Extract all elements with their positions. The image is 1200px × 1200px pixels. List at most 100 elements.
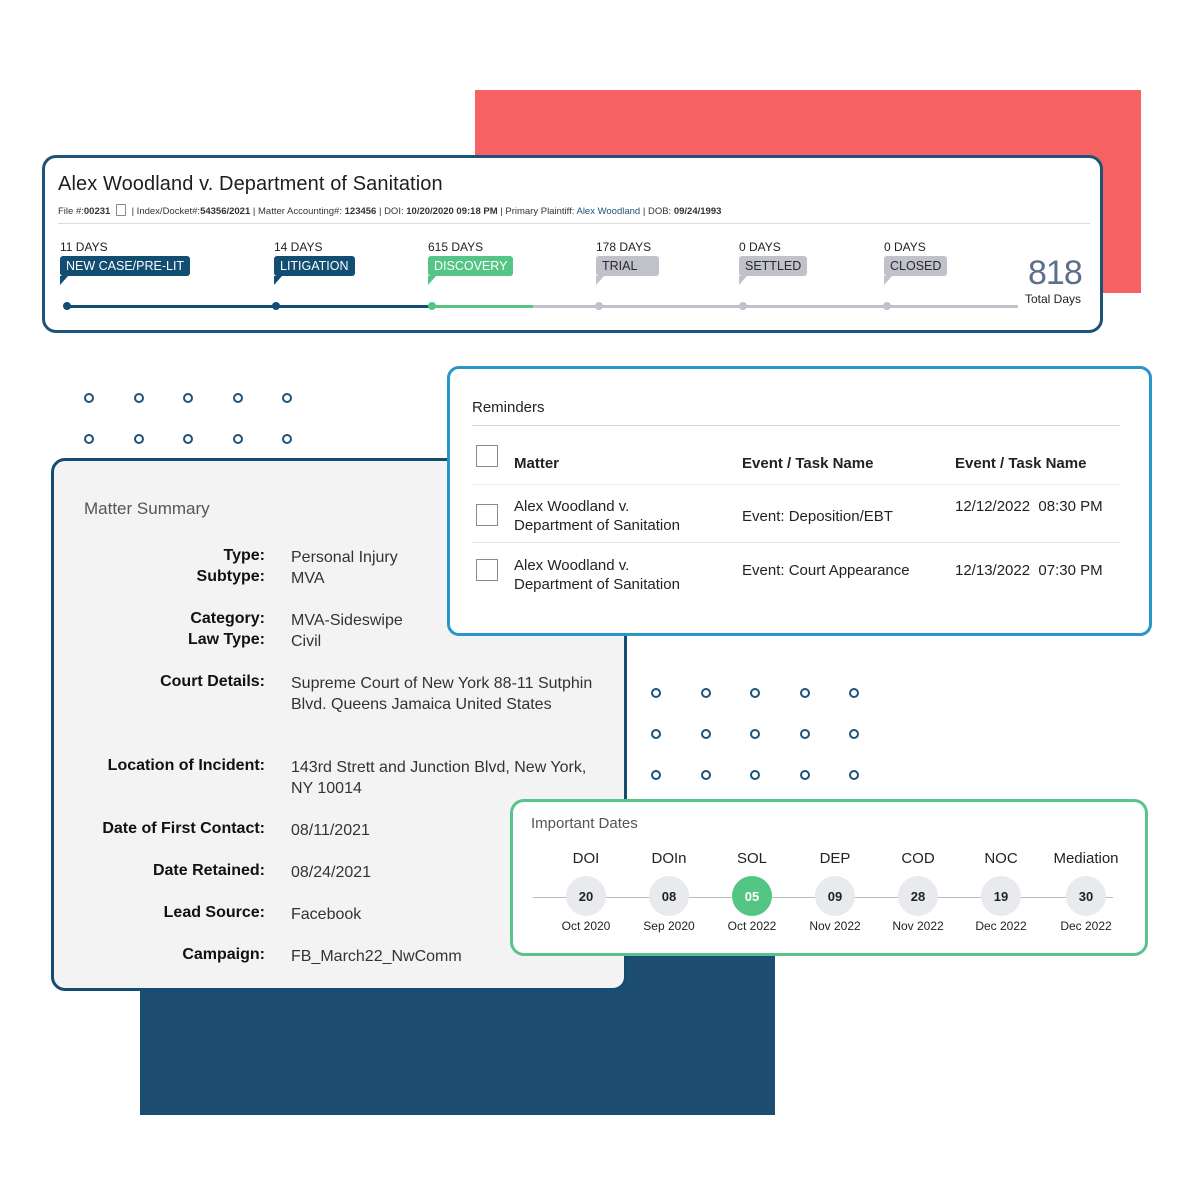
dot xyxy=(750,770,760,780)
reminder-date: 12/13/2022 xyxy=(955,562,1031,579)
doi-value: 10/20/2020 09:18 PM xyxy=(406,206,498,217)
field-label: Subtype: xyxy=(196,568,265,585)
reminder-matter[interactable]: Alex Woodland v. Department of Sanitatio… xyxy=(514,556,680,594)
date-day-circle: 20 xyxy=(566,876,606,916)
stage-label: DISCOVERY xyxy=(428,256,514,285)
timeline-track-current xyxy=(433,305,533,308)
stage-label: LITIGATION xyxy=(274,256,355,285)
total-days-value: 818 xyxy=(1028,254,1083,292)
dot xyxy=(700,729,711,739)
timeline-node xyxy=(739,302,747,310)
reminder-matter[interactable]: Alex Woodland v. Department of Sanitatio… xyxy=(514,497,680,535)
date-item-doin[interactable]: DOIn 08 Sep 2020 xyxy=(629,850,709,933)
column-header-matter[interactable]: Matter xyxy=(514,455,559,472)
stage-settled[interactable]: 0 DAYS SETTLED xyxy=(739,240,808,285)
stage-days: 0 DAYS xyxy=(739,240,781,254)
date-item-mediation[interactable]: Mediation 30 Dec 2022 xyxy=(1045,850,1127,933)
field-label: Court Details: xyxy=(160,673,265,690)
date-code: DOIn xyxy=(651,850,687,867)
date-item-doi[interactable]: DOI 20 Oct 2020 xyxy=(546,850,626,933)
primary-plaintiff-link[interactable]: Alex Woodland xyxy=(576,206,640,217)
date-day-circle: 19 xyxy=(981,876,1021,916)
reminder-datetime: 12/13/2022 07:30 PM xyxy=(955,561,1103,580)
dot xyxy=(750,688,760,698)
row-checkbox[interactable] xyxy=(476,559,498,581)
stage-new-case[interactable]: 11 DAYS NEW CASE/PRE-LIT xyxy=(60,240,191,285)
dob-label: | DOB: xyxy=(642,206,672,217)
plaintiff-label: | Primary Plaintiff: xyxy=(500,206,575,217)
dot xyxy=(183,434,193,444)
dot xyxy=(232,393,243,403)
total-days-label: Total Days xyxy=(1025,292,1082,306)
date-item-sol[interactable]: SOL 05 Oct 2022 xyxy=(712,850,792,933)
timeline-node xyxy=(883,302,891,310)
field-label: Date Retained: xyxy=(152,862,265,879)
stage-closed[interactable]: 0 DAYS CLOSED xyxy=(884,240,948,285)
stage-label: CLOSED xyxy=(884,256,948,285)
case-title: Alex Woodland v. Department of Sanitatio… xyxy=(58,173,443,195)
dot xyxy=(133,434,144,444)
dot xyxy=(799,729,810,739)
stage-discovery[interactable]: 615 DAYS DISCOVERY xyxy=(428,240,514,285)
date-day-circle: 28 xyxy=(898,876,938,916)
stage-trial[interactable]: 178 DAYS TRIAL xyxy=(596,240,660,285)
stage-litigation[interactable]: 14 DAYS LITIGATION xyxy=(274,240,355,285)
dot xyxy=(799,770,810,780)
dot xyxy=(700,688,711,698)
date-month: Dec 2022 xyxy=(1060,919,1112,933)
reminder-datetime: 12/12/2022 08:30 PM xyxy=(955,497,1103,516)
dob-value: 09/24/1993 xyxy=(673,206,722,217)
date-code: SOL xyxy=(736,850,767,867)
important-dates-title: Important Dates xyxy=(531,815,638,832)
reminder-date: 12/12/2022 xyxy=(955,498,1031,515)
stage-days: 0 DAYS xyxy=(884,240,926,254)
doi-label: | DOI: xyxy=(378,206,404,217)
decorative-dot-grid xyxy=(84,393,332,444)
date-code: DOI xyxy=(572,850,600,867)
field-label: Category: xyxy=(190,610,265,627)
matter-summary-title: Matter Summary xyxy=(84,499,210,518)
field-value-court-details: Supreme Court of New York 88-11 Sutphin … xyxy=(291,675,593,713)
divider xyxy=(472,425,1120,426)
divider xyxy=(472,542,1120,543)
column-header-event-task[interactable]: Event / Task Name xyxy=(742,455,873,472)
date-item-cod[interactable]: COD 28 Nov 2022 xyxy=(878,850,958,933)
field-label: Location of Incident: xyxy=(107,757,265,774)
divider xyxy=(58,223,1090,224)
file-label: File #: xyxy=(58,206,84,217)
dot xyxy=(84,393,94,403)
dot xyxy=(282,434,292,444)
matter-line: Department of Sanitation xyxy=(514,517,680,534)
date-code: Mediation xyxy=(1053,850,1119,867)
date-code: COD xyxy=(901,850,935,867)
field-label: Date of First Contact: xyxy=(102,820,265,837)
field-value-location: 143rd Strett and Junction Blvd, New York… xyxy=(291,759,587,797)
row-checkbox[interactable] xyxy=(476,504,498,526)
select-all-checkbox[interactable] xyxy=(476,445,498,467)
date-item-noc[interactable]: NOC 19 Dec 2022 xyxy=(961,850,1041,933)
reminder-event: Event: Court Appearance xyxy=(742,562,910,579)
dot xyxy=(133,393,144,403)
field-label: Law Type: xyxy=(187,631,265,648)
column-header-event-date[interactable]: Event / Task Name xyxy=(955,455,1086,472)
dot xyxy=(799,688,810,698)
timeline-node xyxy=(595,302,603,310)
date-day-circle-active: 05 xyxy=(732,876,772,916)
stage-days: 11 DAYS xyxy=(60,240,108,254)
stage-label: SETTLED xyxy=(739,256,808,285)
date-month: Nov 2022 xyxy=(892,919,944,933)
date-month: Dec 2022 xyxy=(975,919,1027,933)
reminders-card: Reminders Matter Event / Task Name Event… xyxy=(447,366,1152,636)
date-month: Oct 2022 xyxy=(727,919,777,933)
accounting-number: 123456 xyxy=(344,206,377,217)
timeline-node xyxy=(63,302,71,310)
date-day-circle: 08 xyxy=(649,876,689,916)
file-number: 00231 xyxy=(83,206,111,217)
copy-icon[interactable] xyxy=(115,204,126,216)
field-label: Lead Source: xyxy=(163,904,265,921)
dot xyxy=(651,688,661,698)
date-month: Nov 2022 xyxy=(809,919,861,933)
date-item-dep[interactable]: DEP 09 Nov 2022 xyxy=(795,850,875,933)
dot xyxy=(849,729,859,739)
dot xyxy=(651,729,661,739)
